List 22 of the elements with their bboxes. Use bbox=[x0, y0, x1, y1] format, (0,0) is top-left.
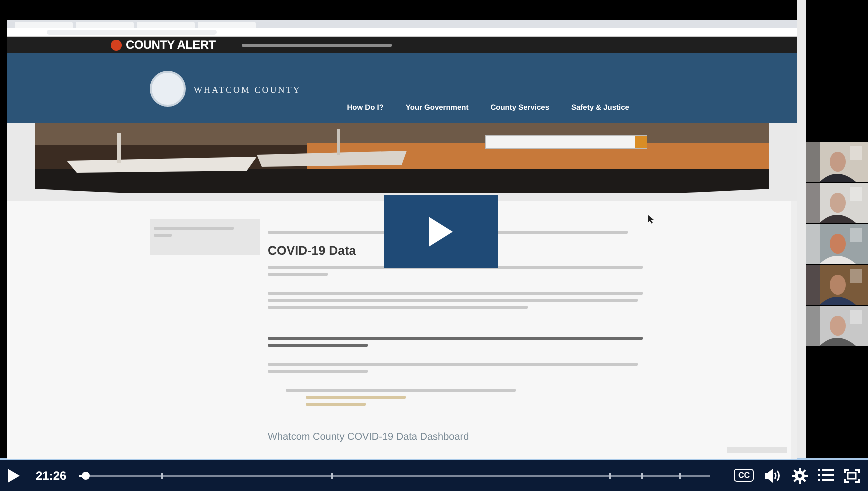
sidebar-link[interactable] bbox=[150, 219, 260, 255]
blurred-text-line bbox=[268, 273, 328, 276]
volume-button[interactable] bbox=[764, 468, 782, 482]
section-heading: Whatcom County COVID-19 Data Dashboard bbox=[268, 432, 470, 443]
alert-title: COUNTY ALERT bbox=[126, 38, 216, 52]
fullscreen-button[interactable] bbox=[844, 468, 860, 482]
cursor-icon bbox=[648, 215, 654, 224]
logo-icon[interactable] bbox=[150, 71, 186, 107]
search-field[interactable] bbox=[485, 135, 647, 149]
settings-button[interactable] bbox=[792, 468, 808, 484]
page-heading: COVID-19 Data bbox=[268, 244, 358, 258]
play-icon bbox=[429, 216, 453, 246]
play-button[interactable] bbox=[384, 195, 498, 268]
captions-button[interactable]: CC bbox=[734, 469, 754, 482]
chapters-button[interactable] bbox=[818, 469, 834, 482]
scrollbar[interactable] bbox=[791, 201, 797, 459]
alert-icon bbox=[111, 40, 122, 50]
logo-text: WHATCOM COUNTY bbox=[194, 85, 302, 95]
time-display: 21:26 bbox=[36, 468, 67, 482]
blurred-text-line bbox=[306, 403, 366, 406]
address-field[interactable] bbox=[47, 30, 217, 34]
play-button[interactable] bbox=[8, 468, 20, 482]
